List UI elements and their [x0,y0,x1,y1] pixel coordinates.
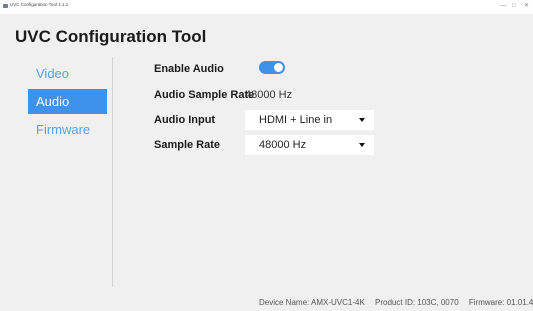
firmware-version: Firmware: 01.01.40 [468,298,533,307]
audio-sample-rate-value: 48000 Hz [245,89,293,101]
audio-input-value: HDMI + Line in [259,114,333,126]
audio-input-select[interactable]: HDMI + Line in [245,110,374,130]
audio-sample-rate-label: Audio Sample Rate [154,89,255,101]
enable-audio-label: Enable Audio [154,63,224,75]
minimize-icon[interactable]: — [500,1,506,11]
sidebar-item-video[interactable]: Video [28,61,107,86]
window-titlebar: UVC Configuration Tool 1.1.1 — □ ✕ [0,0,533,14]
page-title: UVC Configuration Tool [15,27,207,46]
sample-rate-value: 48000 Hz [259,139,307,151]
window-title: UVC Configuration Tool 1.1.1 [10,2,69,7]
sample-rate-select[interactable]: 48000 Hz [245,135,374,155]
chevron-down-icon [359,118,365,122]
maximize-icon[interactable]: □ [512,1,516,11]
toggle-knob [274,63,283,72]
chevron-down-icon [359,143,365,147]
device-info-footer: Device Name: AMX-UVC1-4K Product ID: 103… [259,298,533,307]
enable-audio-toggle[interactable] [259,61,285,74]
sidebar-item-firmware[interactable]: Firmware [28,117,107,142]
app-icon [3,4,8,8]
product-id: Product ID: 103C, 0070 [375,298,459,307]
close-icon[interactable]: ✕ [524,1,529,11]
app-body: UVC Configuration Tool Video Audio Firmw… [0,14,533,311]
device-name: Device Name: AMX-UVC1-4K [259,298,365,307]
audio-input-label: Audio Input [154,114,216,126]
sample-rate-label: Sample Rate [154,139,221,151]
sidebar-divider [112,57,113,287]
sidebar-item-audio[interactable]: Audio [28,89,107,114]
